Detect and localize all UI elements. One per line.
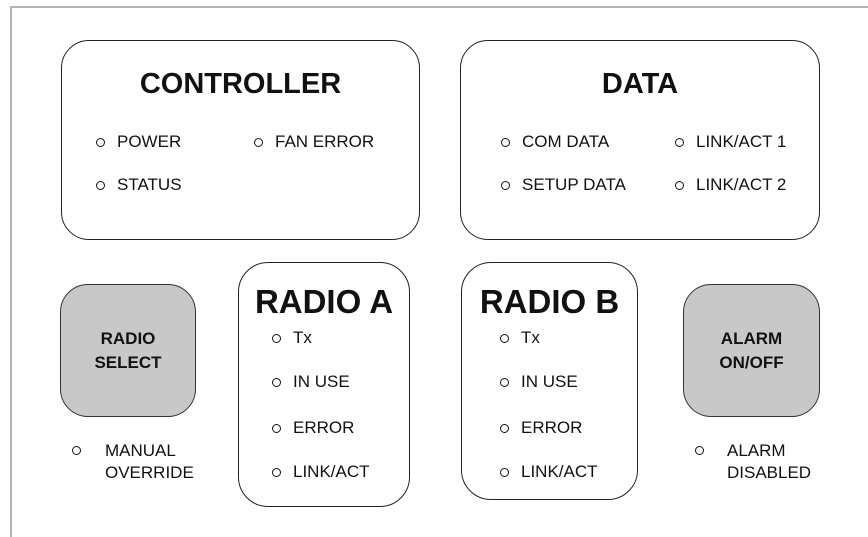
- radio-b-link-act-led: LINK/ACT: [500, 462, 598, 482]
- frame-left-border: [10, 6, 12, 537]
- radio-a-tx-led: Tx: [272, 328, 312, 348]
- radio-a-in-use-led-label: IN USE: [293, 372, 350, 391]
- radio-a-link-act-led-label: LINK/ACT: [293, 462, 370, 481]
- status-led-label: STATUS: [117, 175, 182, 194]
- frame-top-border: [10, 6, 868, 8]
- radio-a-link-act-led: LINK/ACT: [272, 462, 370, 482]
- radio-b-in-use-led-label: IN USE: [521, 372, 578, 391]
- radio-a-panel: RADIO A Tx IN USE ERROR LINK/ACT: [238, 262, 410, 507]
- manual-override-led-icon: [72, 446, 81, 455]
- controller-panel: CONTROLLER POWER FAN ERROR STATUS: [61, 40, 420, 240]
- manual-override-label-line1: MANUAL: [105, 441, 176, 460]
- manual-override-label-line2: OVERRIDE: [105, 463, 194, 482]
- controller-title: CONTROLLER: [139, 68, 342, 100]
- radio-b-tx-led-icon: [500, 333, 509, 343]
- fan-error-led-label: FAN ERROR: [275, 132, 375, 151]
- power-led-icon: [96, 137, 105, 147]
- radio-select-label-line1: RADIO: [100, 328, 156, 348]
- link-act-2-led-label: LINK/ACT 2: [696, 175, 787, 194]
- alarm-button-label-line2: ON/OFF: [719, 352, 784, 372]
- data-panel: DATA COM DATA LINK/ACT 1 SETUP DATA LINK…: [460, 40, 820, 240]
- status-led: STATUS: [96, 175, 182, 195]
- radio-a-in-use-led-icon: [272, 377, 281, 387]
- com-data-led-label: COM DATA: [522, 132, 610, 151]
- setup-data-led-icon: [501, 180, 510, 190]
- radio-b-title: RADIO B: [479, 283, 620, 320]
- radio-a-tx-led-label: Tx: [293, 328, 312, 347]
- manual-override-label: MANUAL OVERRIDE: [105, 440, 194, 484]
- data-title: DATA: [601, 68, 679, 100]
- radio-a-error-led: ERROR: [272, 418, 354, 438]
- link-act-2-led: LINK/ACT 2: [675, 175, 786, 195]
- link-act-1-led-icon: [675, 137, 684, 147]
- radio-a-error-led-icon: [272, 423, 281, 433]
- alarm-disabled-label: ALARM DISABLED: [727, 440, 811, 484]
- radio-b-tx-led-label: Tx: [521, 328, 540, 347]
- alarm-disabled-label-line1: ALARM: [727, 441, 786, 460]
- power-led: POWER: [96, 132, 181, 152]
- radio-b-tx-led: Tx: [500, 328, 540, 348]
- alarm-disabled-led-icon: [695, 446, 704, 455]
- radio-b-error-led-icon: [500, 423, 509, 433]
- com-data-led-icon: [501, 137, 510, 147]
- radio-select-button[interactable]: RADIO SELECT: [60, 284, 196, 417]
- alarm-disabled-label-line2: DISABLED: [727, 463, 812, 482]
- link-act-1-led-label: LINK/ACT 1: [696, 132, 787, 151]
- fan-error-led: FAN ERROR: [254, 132, 374, 152]
- radio-b-link-act-led-icon: [500, 467, 509, 477]
- radio-b-error-led: ERROR: [500, 418, 582, 438]
- radio-b-link-act-led-label: LINK/ACT: [521, 462, 598, 481]
- setup-data-led-label: SETUP DATA: [522, 175, 626, 194]
- radio-b-error-led-label: ERROR: [521, 418, 583, 437]
- link-act-2-led-icon: [675, 180, 684, 190]
- setup-data-led: SETUP DATA: [501, 175, 626, 195]
- radio-a-tx-led-icon: [272, 333, 281, 343]
- radio-a-link-act-led-icon: [272, 467, 281, 477]
- fan-error-led-icon: [254, 137, 263, 147]
- power-led-label: POWER: [117, 132, 182, 151]
- radio-b-panel: RADIO B Tx IN USE ERROR LINK/ACT: [461, 262, 638, 500]
- radio-a-title: RADIO A: [254, 283, 394, 320]
- radio-b-in-use-led: IN USE: [500, 372, 578, 392]
- status-led-icon: [96, 180, 105, 190]
- radio-select-label-line2: SELECT: [94, 352, 162, 372]
- link-act-1-led: LINK/ACT 1: [675, 132, 786, 152]
- radio-b-in-use-led-icon: [500, 377, 509, 387]
- com-data-led: COM DATA: [501, 132, 609, 152]
- radio-a-in-use-led: IN USE: [272, 372, 350, 392]
- alarm-on-off-button[interactable]: ALARM ON/OFF: [683, 284, 820, 417]
- radio-a-error-led-label: ERROR: [293, 418, 355, 437]
- alarm-button-label-line1: ALARM: [720, 328, 783, 348]
